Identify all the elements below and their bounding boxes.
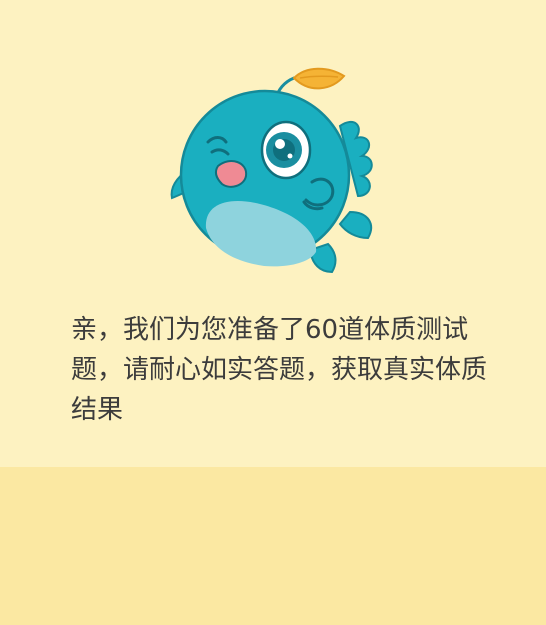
intro-message: 亲，我们为您准备了60道体质测试题，请耐心如实答题，获取真实体质结果	[71, 315, 488, 425]
fish-mascot-icon	[170, 67, 373, 274]
test-intro-page: 亲，我们为您准备了60道体质测试题，请耐心如实答题，获取真实体质结果	[0, 0, 546, 625]
bottom-area	[0, 467, 546, 625]
intro-card: 亲，我们为您准备了60道体质测试题，请耐心如实答题，获取真实体质结果	[0, 0, 546, 467]
